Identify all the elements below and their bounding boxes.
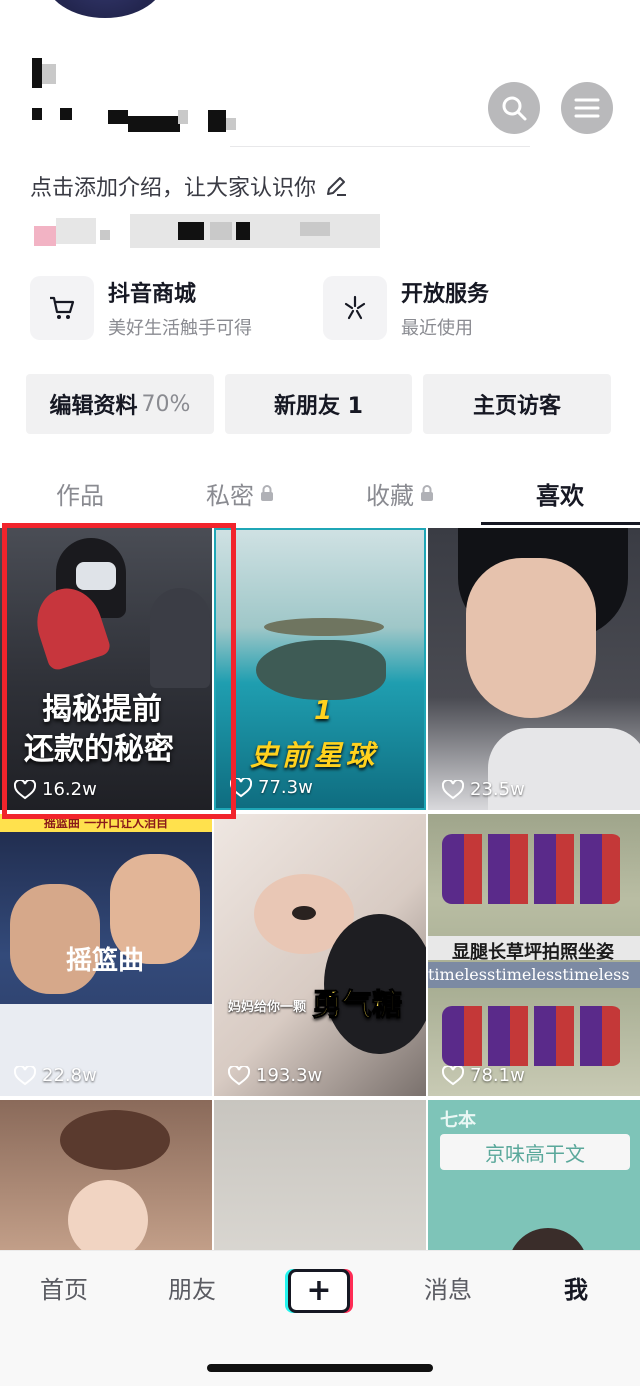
search-icon [502,96,527,121]
video-caption-line-1: 显腿长草坪拍照坐姿 [452,942,614,963]
sparkle-icon-tile [323,276,387,340]
video-caption-line-2: timelesstimelesstimeless [428,962,640,988]
visitors-button[interactable]: 主页访客 [423,374,611,434]
sparkle-icon [344,295,366,320]
tab-private-label: 私密 [206,481,254,510]
video-thumbnail[interactable] [214,1100,426,1250]
lock-icon [421,485,433,501]
nav-me[interactable]: 我 [526,1267,626,1307]
avatar[interactable] [45,0,165,18]
active-tab-indicator [481,522,640,525]
tab-works-label: 作品 [56,481,104,510]
header-divider [230,146,530,147]
like-count-text: 77.3w [258,777,313,798]
nav-me-label: 我 [564,1275,588,1304]
video-thumbnail[interactable]: 七本 京味高干文 [428,1100,640,1250]
like-count: 22.8w [14,1065,97,1086]
tab-favorites[interactable]: 收藏 [320,460,480,526]
video-thumbnail[interactable]: 妈妈给你一颗 勇气糖 193.3w [214,814,426,1096]
edit-pencil-icon [327,177,347,196]
nav-messages[interactable]: 消息 [398,1267,498,1307]
like-count: 78.1w [442,1065,525,1086]
nav-home-label: 首页 [40,1275,88,1304]
mall-service[interactable]: 抖音商城 美好生活触手可得 [30,276,252,340]
highlight-frame [2,523,236,819]
plus-icon: + [306,1273,332,1308]
menu-button[interactable] [561,82,613,134]
like-count: 193.3w [228,1065,322,1086]
video-thumbnail[interactable]: 1 史前星球 77.3w [214,528,426,810]
video-thumbnail[interactable]: 摇篮曲 一开口让人泪目 摇篮曲 22.8w [0,814,212,1096]
mall-title: 抖音商城 [108,282,197,307]
heart-icon [14,1065,36,1085]
thumbnail-dancers-top [442,834,622,904]
home-indicator[interactable] [207,1364,433,1372]
edit-profile-percent: 70% [141,391,191,417]
bio-text: 点击添加介绍，让大家认识你 [30,176,317,201]
nav-friends[interactable]: 朋友 [142,1267,242,1307]
edit-profile-button[interactable]: 编辑资料 70% [26,374,214,434]
open-service[interactable]: 开放服务 最近使用 [323,276,489,340]
thumbnail-dancers-bottom [442,1006,622,1066]
video-thumbnail[interactable] [0,1100,212,1250]
thumbnail-eye [292,906,316,920]
edit-profile-label: 编辑资料 [49,394,138,419]
heart-icon [228,1065,250,1085]
open-service-subtitle: 最近使用 [401,318,473,339]
visitors-label: 主页访客 [472,394,561,419]
search-button[interactable] [488,82,540,134]
video-thumbnail[interactable]: 23.5w [428,528,640,810]
nav-messages-label: 消息 [424,1275,472,1304]
like-count-text: 78.1w [470,1065,525,1086]
new-friends-button[interactable]: 新朋友 1 [225,374,412,434]
tab-likes-label: 喜欢 [536,481,584,510]
bio-placeholder[interactable]: 点击添加介绍，让大家认识你 [30,170,348,202]
video-caption-small: 七本 [440,1110,476,1131]
like-count: 77.3w [230,777,313,798]
tab-favorites-label: 收藏 [366,481,414,510]
video-caption-line-1: 史前星球 [250,739,379,772]
like-count-text: 23.5w [470,779,525,800]
cart-icon-tile [30,276,94,340]
tab-likes[interactable]: 喜欢 [480,460,640,526]
lock-icon [261,485,273,501]
heart-icon [442,1065,464,1085]
tab-private[interactable]: 私密 [160,460,320,526]
thumbnail-head [508,1228,588,1250]
hamburger-icon [574,98,600,118]
cart-icon [50,296,75,319]
thumbnail-island [264,618,384,636]
video-caption-line-1: 勇气糖 [312,988,403,1024]
video-caption-small: 妈妈给你一颗 [228,1000,307,1015]
mall-subtitle: 美好生活触手可得 [108,318,252,339]
create-button[interactable]: + [288,1269,350,1313]
video-caption-line-1: 摇篮曲 [66,946,145,976]
tab-works[interactable]: 作品 [0,460,160,526]
thumbnail-hair [60,1110,170,1170]
video-thumbnail[interactable]: 显腿长草坪拍照坐姿 timelesstimelesstimeless 78.1w [428,814,640,1096]
heart-icon [442,779,464,799]
video-caption-line-1: 京味高干文 [440,1134,630,1170]
video-caption-number: 1 [314,696,333,726]
new-friends-label: 新朋友 1 [274,394,363,419]
like-count-text: 22.8w [42,1065,97,1086]
open-service-title: 开放服务 [401,282,490,307]
nav-friends-label: 朋友 [168,1275,216,1304]
thumbnail-face [68,1180,148,1250]
like-count-text: 193.3w [256,1065,323,1086]
like-count: 23.5w [442,779,525,800]
thumbnail-dinosaur [256,640,386,700]
thumbnail-singer-1 [10,884,100,994]
profile-tabs: 作品 私密 收藏 喜欢 [0,460,640,526]
nav-home[interactable]: 首页 [14,1267,114,1307]
thumbnail-face [466,558,596,718]
